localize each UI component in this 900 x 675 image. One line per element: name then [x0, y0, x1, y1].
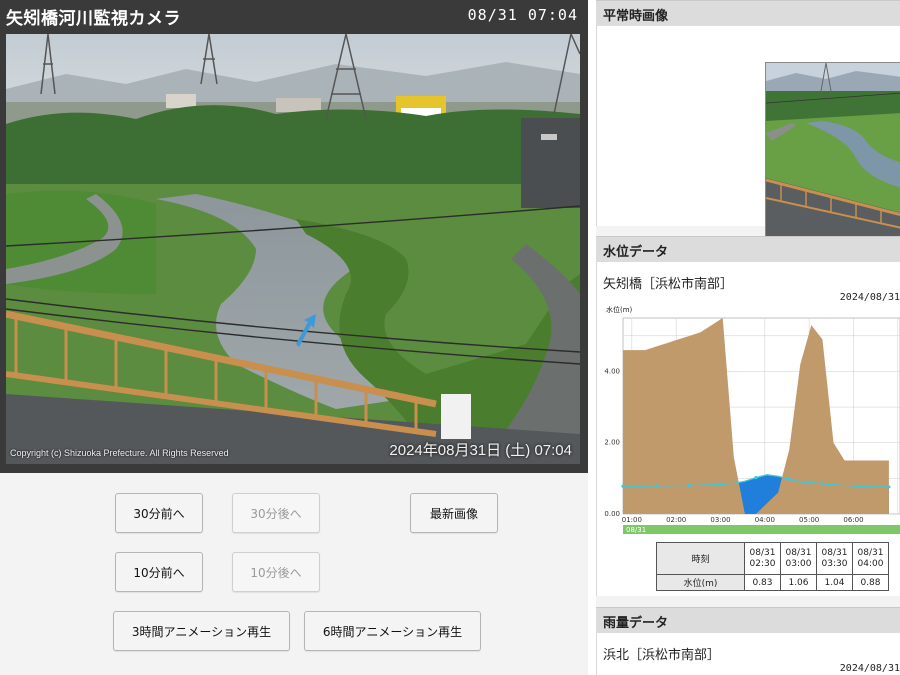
- water-level-point: [887, 485, 891, 489]
- normal-scene-graphic: [766, 63, 900, 240]
- level-cell: 0.83: [744, 574, 781, 591]
- water-level-point: [787, 477, 791, 481]
- water-level-point: [854, 484, 858, 488]
- water-level-point: [820, 482, 825, 486]
- copyright-text: Copyright (c) Shizuoka Prefecture. All R…: [10, 448, 229, 458]
- camera-image: Copyright (c) Shizuoka Prefecture. All R…: [6, 34, 580, 464]
- water-level-point: [654, 484, 658, 488]
- water-level-point: [621, 484, 625, 488]
- level-header: 水位(m): [656, 574, 745, 591]
- time-cell: 08/31 03:00: [780, 542, 817, 575]
- water-station-name: 矢矧橋［浜松市南部］: [603, 277, 734, 292]
- y-axis-label: 水位(m): [606, 305, 633, 314]
- camera-panel: 矢矧橋河川監視カメラ 08/31 07:04 Copyright (c) Shi…: [0, 0, 588, 675]
- x-tick-label: 06:00: [843, 516, 863, 524]
- forward-10-min-button[interactable]: 10分後へ: [232, 552, 320, 592]
- camera-frame: Copyright (c) Shizuoka Prefecture. All R…: [0, 30, 588, 473]
- camera-title-bar: 矢矧橋河川監視カメラ 08/31 07:04: [0, 0, 588, 30]
- x-tick-label: 05:00: [799, 516, 819, 524]
- water-level-point: [754, 476, 758, 480]
- date-band-label: 08/31: [626, 526, 646, 534]
- x-tick-label: 02:00: [666, 516, 686, 524]
- table-row-levels: 水位(m) 0.83 1.06 1.04 0.88: [656, 574, 889, 591]
- image-timestamp: 2024年08月31日 (土) 07:04: [389, 442, 572, 459]
- x-tick-label: 04:00: [755, 516, 775, 524]
- back-30-min-button[interactable]: 30分前へ: [115, 493, 203, 533]
- back-10-min-button[interactable]: 10分前へ: [115, 552, 203, 592]
- x-tick-label: 03:00: [710, 516, 730, 524]
- y-tick-label: 0.00: [604, 510, 620, 518]
- normal-image-section: [596, 26, 900, 241]
- level-cell: 1.04: [816, 574, 853, 591]
- water-level-table: 時刻 08/31 02:30 08/31 03:00 08/31 03:30 08/3…: [656, 542, 889, 591]
- x-tick-labels: 01:00 02:00 03:00 04:00 05:00 06:00: [622, 516, 864, 524]
- level-cell: 0.88: [852, 574, 889, 591]
- rain-chart-date: 2024/08/31: [839, 663, 900, 674]
- normal-image-header: 平常時画像: [596, 0, 900, 26]
- play-6h-animation-button[interactable]: 6時間アニメーション再生: [304, 611, 481, 651]
- x-tick-label: 01:00: [622, 516, 642, 524]
- y-tick-label: 4.00: [604, 367, 620, 375]
- time-cell: 08/31 04:00: [852, 542, 889, 575]
- y-tick-label: 2.00: [604, 439, 620, 447]
- side-panel: 平常時画像 水位データ 矢矧橋［浜松市南部］ 2024/08/31 水位(m) …: [596, 0, 900, 675]
- table-row-times: 時刻 08/31 02:30 08/31 03:00 08/31 03:30 08/3…: [656, 542, 889, 575]
- water-level-chart: 水位(m) 4.002.000.00 01:00 02:00 03:00 04:00 0…: [604, 305, 900, 534]
- latest-image-button[interactable]: 最新画像: [410, 493, 498, 533]
- water-level-point: [687, 483, 692, 488]
- rainfall-header: 雨量データ: [596, 607, 900, 633]
- time-cell: 08/31 03:30: [816, 542, 853, 575]
- water-level-point: [721, 482, 725, 486]
- play-3h-animation-button[interactable]: 3時間アニメーション再生: [113, 611, 290, 651]
- level-cell: 1.06: [780, 574, 817, 591]
- rain-station-name: 浜北［浜松市南部］: [603, 648, 721, 663]
- normal-image-thumbnail[interactable]: [765, 62, 900, 241]
- camera-title: 矢矧橋河川監視カメラ: [6, 9, 181, 29]
- forward-30-min-button[interactable]: 30分後へ: [232, 493, 320, 533]
- time-cell: 08/31 02:30: [744, 542, 781, 575]
- river-scene-graphic: [6, 34, 580, 464]
- date-band: [623, 525, 900, 534]
- camera-datetime: 08/31 07:04: [467, 6, 578, 24]
- y-tick-labels: 4.00 2.00 0.00: [604, 367, 620, 518]
- rainfall-section: 浜北［浜松市南部］ 2024/08/31: [596, 633, 900, 675]
- water-level-header: 水位データ: [596, 236, 900, 262]
- time-header: 時刻: [656, 542, 745, 575]
